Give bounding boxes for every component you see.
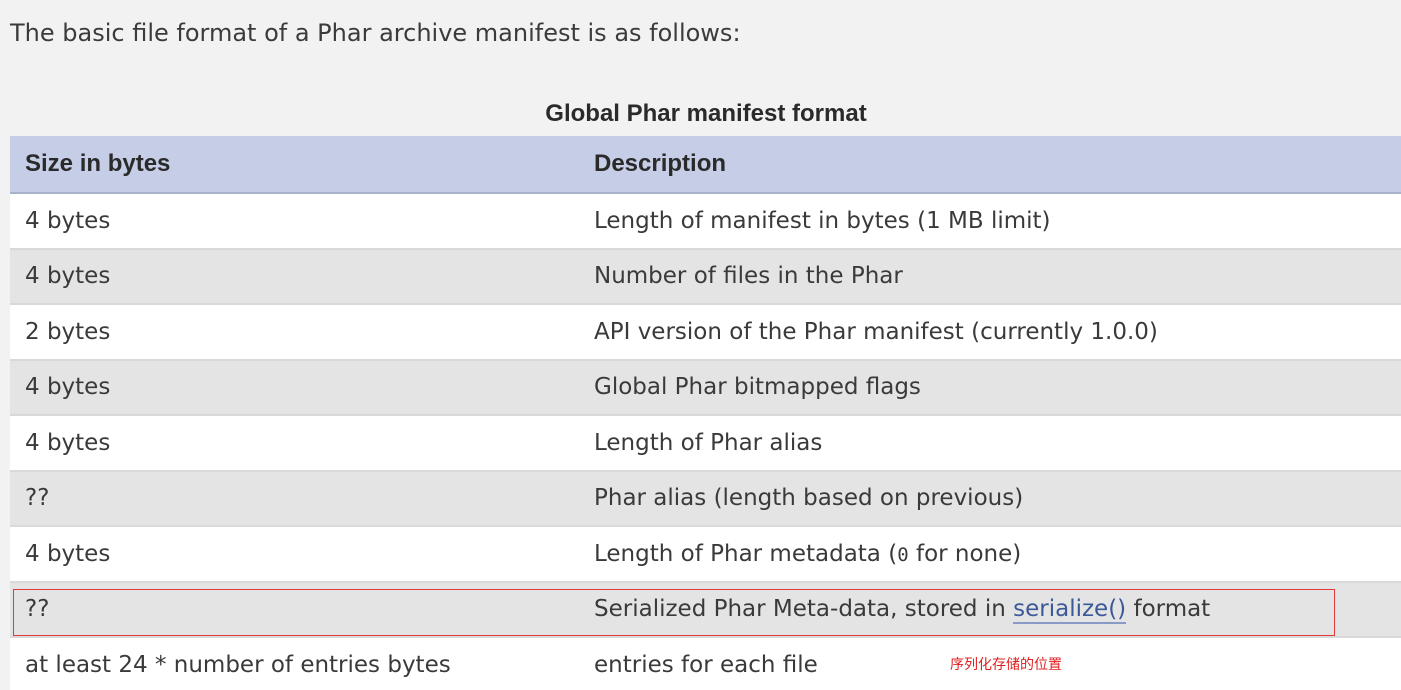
table-row: 4 bytes Number of files in the Phar [10,248,1401,305]
table-header-row: Size in bytes Description [10,136,1401,194]
cell-description: API version of the Phar manifest (curren… [579,304,1401,361]
cell-size: at least 24 * number of entries bytes [10,637,579,690]
table-row: ?? Phar alias (length based on previous) [10,470,1401,527]
cell-size: ?? [10,581,579,638]
cell-size: 4 bytes [10,526,579,583]
cell-description: Length of manifest in bytes (1 MB limit) [579,193,1401,250]
table-row: 2 bytes API version of the Phar manifest… [10,304,1401,361]
table-row-serialized-metadata: ?? Serialized Phar Meta-data, stored in … [10,581,1401,638]
cell-size: 4 bytes [10,359,579,416]
table-row: 4 bytes Length of Phar alias [10,415,1401,472]
manifest-format-table: Size in bytes Description 4 bytes Length… [10,136,1401,690]
table-row: at least 24 * number of entries bytes en… [10,637,1401,690]
cell-size: 4 bytes [10,193,579,250]
annotation-note: 序列化存储的位置 [950,657,1062,673]
table-row: 4 bytes Length of Phar metadata (0 for n… [10,526,1401,583]
description-text: format [1126,596,1211,623]
cell-size: 4 bytes [10,248,579,305]
cell-size: 4 bytes [10,415,579,472]
document-page: The basic file format of a Phar archive … [0,0,1401,690]
cell-description: Serialized Phar Meta-data, stored in ser… [579,581,1401,638]
cell-description: Global Phar bitmapped flags [579,359,1401,416]
cell-description: Length of Phar metadata (0 for none) [579,526,1401,583]
description-text: Length of Phar metadata ( [594,540,898,567]
header-description: Description [579,136,1401,194]
header-size-in-bytes: Size in bytes [10,136,579,194]
description-text: for none) [908,540,1022,567]
description-text: Serialized Phar Meta-data, stored in [594,596,1014,623]
intro-paragraph: The basic file format of a Phar archive … [10,19,741,47]
cell-size: 2 bytes [10,304,579,361]
cell-size: ?? [10,470,579,527]
cell-description: Length of Phar alias [579,415,1401,472]
inline-code: 0 [897,543,909,566]
cell-description: Number of files in the Phar [579,248,1401,305]
table-row: 4 bytes Length of manifest in bytes (1 M… [10,193,1401,250]
table-caption: Global Phar manifest format [545,100,867,127]
cell-description: Phar alias (length based on previous) [579,470,1401,527]
serialize-function-link[interactable]: serialize() [1013,596,1127,625]
table-row: 4 bytes Global Phar bitmapped flags [10,359,1401,416]
